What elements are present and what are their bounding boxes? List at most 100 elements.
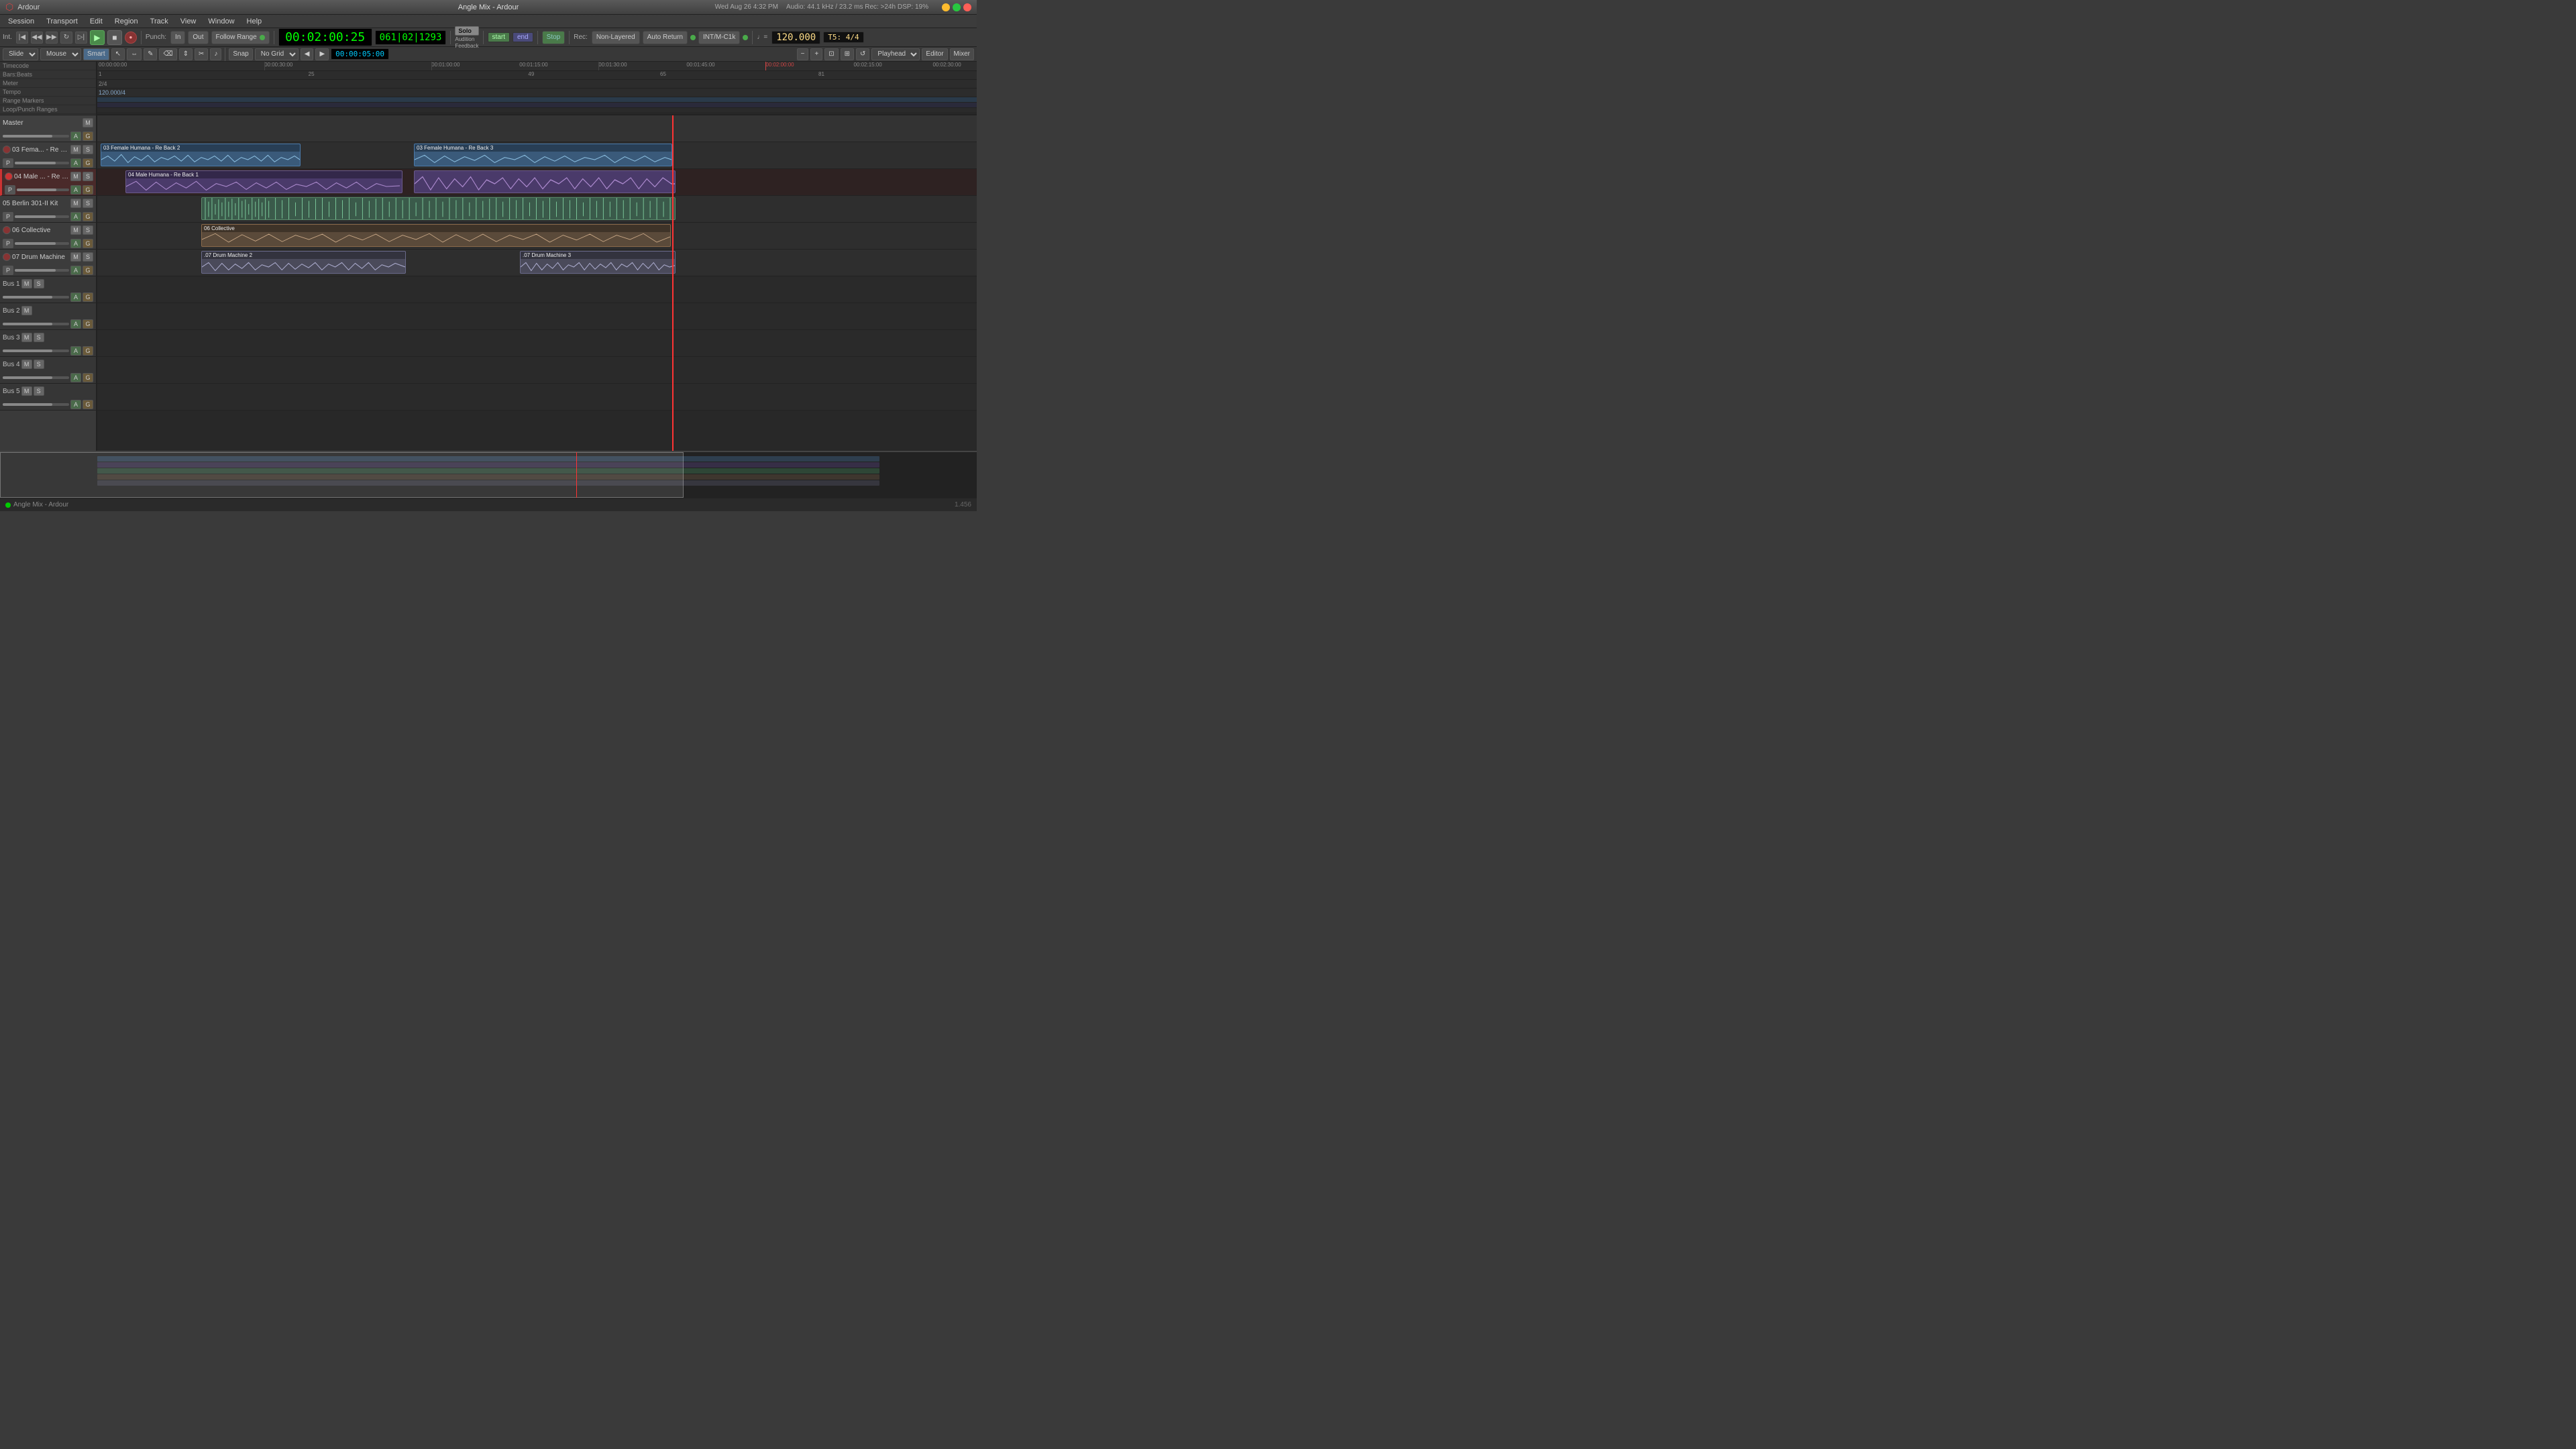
minimize-button[interactable]: [942, 3, 950, 11]
track06-fader[interactable]: [15, 242, 69, 245]
track04-mute-button[interactable]: M: [70, 172, 81, 181]
play-range-button[interactable]: ▷|: [75, 32, 87, 44]
tool-pointer[interactable]: ↖: [111, 48, 125, 60]
bus4-a-button[interactable]: A: [70, 373, 81, 382]
tool-stretch[interactable]: ⇕: [179, 48, 193, 60]
rewind-button[interactable]: ◀◀: [31, 32, 43, 44]
snap-button[interactable]: Snap: [229, 48, 252, 60]
bus1-g-button[interactable]: G: [83, 292, 93, 302]
track04-clip2[interactable]: [414, 170, 676, 193]
bus1-mute-button[interactable]: M: [21, 279, 32, 288]
bus4-lane[interactable]: [97, 357, 977, 384]
nav-back-button[interactable]: ◀: [301, 48, 314, 60]
menu-edit[interactable]: Edit: [85, 16, 108, 27]
bus2-mute-button[interactable]: M: [21, 306, 32, 315]
track07-clip1[interactable]: .07 Drum Machine 2: [201, 251, 406, 274]
track06-lane[interactable]: 06 Collective: [97, 223, 977, 250]
bus2-fader[interactable]: [3, 323, 69, 325]
track04-g-button[interactable]: G: [83, 185, 93, 195]
bus2-g-button[interactable]: G: [83, 319, 93, 329]
window-controls[interactable]: [942, 3, 971, 11]
smart-mode-button[interactable]: Smart: [83, 48, 109, 60]
bus1-solo-button[interactable]: S: [34, 279, 44, 288]
track05-p-button[interactable]: P: [3, 212, 13, 221]
bus1-a-button[interactable]: A: [70, 292, 81, 302]
start-marker-button[interactable]: start: [488, 32, 510, 42]
punch-out-button[interactable]: Out: [188, 31, 208, 44]
track03-g-button[interactable]: G: [83, 158, 93, 168]
menu-transport[interactable]: Transport: [41, 16, 83, 27]
zoom-in-button[interactable]: +: [810, 48, 822, 60]
zoom-loop-button[interactable]: ↺: [856, 48, 869, 60]
menu-help[interactable]: Help: [241, 16, 268, 27]
timeline-tracks[interactable]: 00:00:00:00 00:00:30:00 00:01:00:00 00:0…: [97, 62, 977, 451]
track06-solo-button[interactable]: S: [83, 225, 93, 235]
track07-mute-button[interactable]: M: [70, 252, 81, 262]
bus4-fader[interactable]: [3, 376, 69, 379]
grid-select[interactable]: No Grid Bar Beat: [255, 48, 299, 60]
track06-clip1[interactable]: 06 Collective: [201, 224, 671, 247]
track03-fader[interactable]: [15, 162, 69, 164]
track04-solo-button[interactable]: S: [83, 172, 93, 181]
mini-viewport[interactable]: [0, 452, 684, 498]
bus4-mute-button[interactable]: M: [21, 360, 32, 369]
tool-cut[interactable]: ✂: [195, 48, 208, 60]
tool-draw[interactable]: ✎: [144, 48, 157, 60]
track05-clip1[interactable]: [201, 197, 676, 220]
fast-forward-button[interactable]: ▶▶: [46, 32, 58, 44]
slide-select[interactable]: Slide Lock: [3, 48, 38, 60]
track07-lane[interactable]: .07 Drum Machine 2 .07 Drum Machine 3: [97, 250, 977, 276]
track05-mute-button[interactable]: M: [70, 199, 81, 208]
track03-a-button[interactable]: A: [70, 158, 81, 168]
loop-button[interactable]: ↻: [60, 32, 72, 44]
master-track-lane[interactable]: [97, 115, 977, 142]
track07-p-button[interactable]: P: [3, 266, 13, 275]
bus5-g-button[interactable]: G: [83, 400, 93, 409]
track07-clip2[interactable]: .07 Drum Machine 3: [520, 251, 676, 274]
bus1-lane[interactable]: [97, 276, 977, 303]
bus3-g-button[interactable]: G: [83, 346, 93, 356]
track05-a-button[interactable]: A: [70, 212, 81, 221]
tool-range[interactable]: ⇔: [127, 48, 142, 60]
int-mc1k-button[interactable]: INT/M-C1k: [698, 31, 740, 44]
track03-solo-button[interactable]: S: [83, 145, 93, 154]
playhead-select[interactable]: Playhead Mouse: [871, 48, 920, 60]
track05-fader[interactable]: [15, 215, 69, 218]
track07-fader[interactable]: [15, 269, 69, 272]
play-button[interactable]: ▶: [90, 30, 105, 45]
bus5-solo-button[interactable]: S: [34, 386, 44, 396]
track03-clip2[interactable]: 03 Female Humana - Re Back 3: [414, 144, 672, 166]
track06-p-button[interactable]: P: [3, 239, 13, 248]
track06-mute-button[interactable]: M: [70, 225, 81, 235]
track04-p-button[interactable]: P: [5, 185, 15, 195]
track07-rec-button[interactable]: [3, 253, 11, 261]
bus1-fader[interactable]: [3, 296, 69, 299]
bus3-mute-button[interactable]: M: [21, 333, 32, 342]
bus5-a-button[interactable]: A: [70, 400, 81, 409]
mixer-button[interactable]: Mixer: [950, 48, 974, 60]
follow-range-button[interactable]: Follow Range: [211, 31, 270, 44]
stop-button[interactable]: ■: [107, 30, 122, 45]
menu-view[interactable]: View: [175, 16, 202, 27]
track03-clip1[interactable]: 03 Female Humana - Re Back 2: [101, 144, 301, 166]
track03-rec-button[interactable]: [3, 146, 11, 154]
end-marker-button[interactable]: end: [513, 32, 533, 42]
track03-mute-button[interactable]: M: [70, 145, 81, 154]
track04-a-button[interactable]: A: [70, 185, 81, 195]
mouse-select[interactable]: Mouse: [40, 48, 81, 60]
master-g-button[interactable]: G: [83, 131, 93, 141]
tool-audio[interactable]: ♪: [210, 48, 221, 60]
track03-lane[interactable]: 03 Female Humana - Re Back 2 03 Female H…: [97, 142, 977, 169]
solo-button[interactable]: Solo: [455, 26, 478, 36]
bus3-fader[interactable]: [3, 350, 69, 352]
menu-track[interactable]: Track: [145, 16, 174, 27]
track04-lane[interactable]: 04 Male Humana - Re Back 1: [97, 169, 977, 196]
track05-solo-button[interactable]: S: [83, 199, 93, 208]
mini-overview[interactable]: [0, 451, 977, 498]
master-a-button[interactable]: A: [70, 131, 81, 141]
bus5-fader[interactable]: [3, 403, 69, 406]
record-button[interactable]: ●: [125, 32, 137, 44]
track05-g-button[interactable]: G: [83, 212, 93, 221]
punch-in-button[interactable]: In: [170, 31, 185, 44]
close-button[interactable]: [963, 3, 971, 11]
